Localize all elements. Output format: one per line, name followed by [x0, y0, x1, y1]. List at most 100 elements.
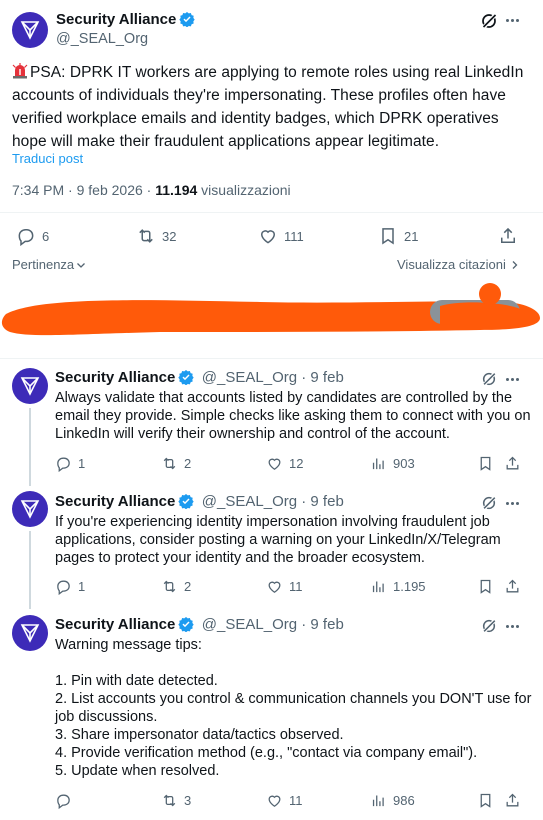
- reply-avatar[interactable]: [12, 491, 48, 527]
- like-button[interactable]: 11: [266, 578, 303, 595]
- seal-logo-icon: [20, 624, 40, 643]
- bookmark-button[interactable]: [477, 792, 494, 809]
- reply-button[interactable]: 1: [55, 578, 85, 595]
- post-date[interactable]: 9 feb 2026: [77, 182, 143, 198]
- reply-count: 1: [78, 579, 86, 594]
- reply-count: 6: [42, 228, 50, 244]
- reply-header: Security Alliance @_SEAL_Org · 9 feb: [55, 493, 344, 511]
- views-count: 1.195: [393, 579, 426, 594]
- reply-avatar[interactable]: [12, 615, 48, 651]
- post-text-line: hope will make their fraudulent applicat…: [12, 133, 440, 150]
- author-avatar[interactable]: [12, 12, 48, 48]
- more-options-icon[interactable]: [506, 19, 519, 22]
- bookmark-button[interactable]: [477, 455, 494, 472]
- reply-text-line: Always validate that accounts listed by …: [55, 390, 513, 406]
- views-count: 986: [393, 793, 415, 808]
- bookmark-button[interactable]: [477, 578, 494, 595]
- grok-icon[interactable]: [480, 12, 498, 35]
- divider: [0, 212, 543, 213]
- reply-text-line: If you're experiencing identity imperson…: [55, 514, 490, 530]
- analytics-icon: [372, 581, 384, 593]
- views-count: 11.194: [155, 182, 198, 198]
- share-icon: [506, 456, 519, 470]
- like-button[interactable]: 111: [258, 226, 304, 246]
- reply-text-line: pages to protect your identity and the b…: [55, 550, 425, 566]
- more-options-icon[interactable]: [506, 378, 519, 381]
- reply-text-line: applications, consider posting a warning…: [55, 532, 501, 548]
- reply-author-handle[interactable]: @_SEAL_Org: [202, 493, 297, 510]
- repost-icon: [163, 794, 176, 807]
- seal-logo-icon: [20, 21, 40, 40]
- repost-count: 3: [184, 793, 192, 808]
- reply-author-name[interactable]: Security Alliance: [55, 493, 175, 510]
- translate-post-link[interactable]: Traduci post: [12, 151, 83, 166]
- like-button[interactable]: 11: [266, 792, 303, 809]
- author-name[interactable]: Security Alliance: [56, 11, 176, 28]
- post-time[interactable]: 7:34 PM: [12, 182, 64, 198]
- reply-text: Warning message tips: 1. Pin with date d…: [55, 636, 540, 780]
- share-button[interactable]: [504, 578, 521, 595]
- reply-text-line: email they provide. Simple checks like a…: [55, 408, 531, 424]
- repost-icon: [139, 229, 153, 243]
- reply-author-handle[interactable]: @_SEAL_Org: [202, 616, 297, 633]
- repost-button[interactable]: 2: [161, 578, 191, 595]
- reply-avatar[interactable]: [12, 368, 48, 404]
- bookmark-icon: [480, 579, 491, 594]
- reply-button[interactable]: 1: [55, 455, 85, 472]
- view-quotes-link[interactable]: Visualizza citazioni: [397, 257, 519, 272]
- reply-button[interactable]: [55, 792, 78, 809]
- heart-icon: [268, 581, 281, 593]
- repost-button[interactable]: 3: [161, 792, 191, 809]
- share-button[interactable]: [504, 455, 521, 472]
- reply-author-handle[interactable]: @_SEAL_Org: [202, 369, 297, 386]
- share-button[interactable]: [498, 226, 518, 246]
- reply-icon: [57, 457, 70, 472]
- share-button[interactable]: [504, 792, 521, 809]
- repost-button[interactable]: 32: [136, 226, 176, 246]
- reply-text-line: 3. Share impersonator data/tactics obser…: [55, 727, 344, 743]
- more-options-icon[interactable]: [506, 625, 519, 628]
- analytics-icon: [372, 795, 384, 807]
- reply-author-name[interactable]: Security Alliance: [55, 369, 175, 386]
- reply-date[interactable]: 9 feb: [310, 616, 343, 633]
- repost-button[interactable]: 2: [161, 455, 191, 472]
- meta-separator: ·: [297, 369, 311, 386]
- reply-author-name[interactable]: Security Alliance: [55, 616, 175, 633]
- heart-icon: [260, 230, 276, 244]
- seal-logo-icon: [20, 377, 40, 396]
- repost-count: 2: [184, 579, 192, 594]
- reply-text-line: 5. Update when resolved.: [55, 763, 220, 779]
- bookmark-icon: [382, 228, 394, 245]
- views-button[interactable]: 903: [370, 455, 415, 472]
- sort-relevance-dropdown[interactable]: Pertinenza: [12, 257, 86, 272]
- reply-text: If you're experiencing identity imperson…: [55, 513, 540, 567]
- reply-text-line: 4. Provide verification method (e.g., "c…: [55, 745, 478, 761]
- chevron-right-icon: [512, 260, 518, 269]
- like-button[interactable]: 12: [266, 455, 303, 472]
- thread-connector: [29, 408, 31, 486]
- more-options-icon[interactable]: [506, 502, 519, 505]
- like-count: 111: [284, 228, 304, 244]
- verified-badge-icon: [179, 12, 196, 27]
- sort-label: Pertinenza: [12, 257, 75, 272]
- meta-separator: ·: [64, 182, 77, 198]
- reply-date[interactable]: 9 feb: [310, 369, 343, 386]
- author-handle[interactable]: @_SEAL_Org: [56, 31, 148, 47]
- repost-count: 2: [184, 456, 192, 471]
- reply-header: Security Alliance @_SEAL_Org · 9 feb: [55, 616, 344, 634]
- view-quotes-label: Visualizza citazioni: [397, 257, 506, 272]
- chevron-down-icon: [77, 262, 86, 268]
- heart-icon: [268, 458, 281, 470]
- bookmark-button[interactable]: 21: [378, 226, 418, 246]
- like-count: 11: [289, 793, 303, 808]
- meta-separator: ·: [297, 493, 311, 510]
- repost-icon: [163, 580, 176, 593]
- reply-header: Security Alliance @_SEAL_Org · 9 feb: [55, 369, 344, 387]
- author-name-row: Security Alliance: [56, 11, 196, 29]
- views-button[interactable]: 1.195: [370, 578, 426, 595]
- views-button[interactable]: 986: [370, 792, 415, 809]
- reply-date[interactable]: 9 feb: [310, 493, 343, 510]
- reply-button[interactable]: 6: [16, 226, 49, 246]
- analytics-icon: [372, 458, 384, 470]
- bookmark-icon: [480, 793, 491, 808]
